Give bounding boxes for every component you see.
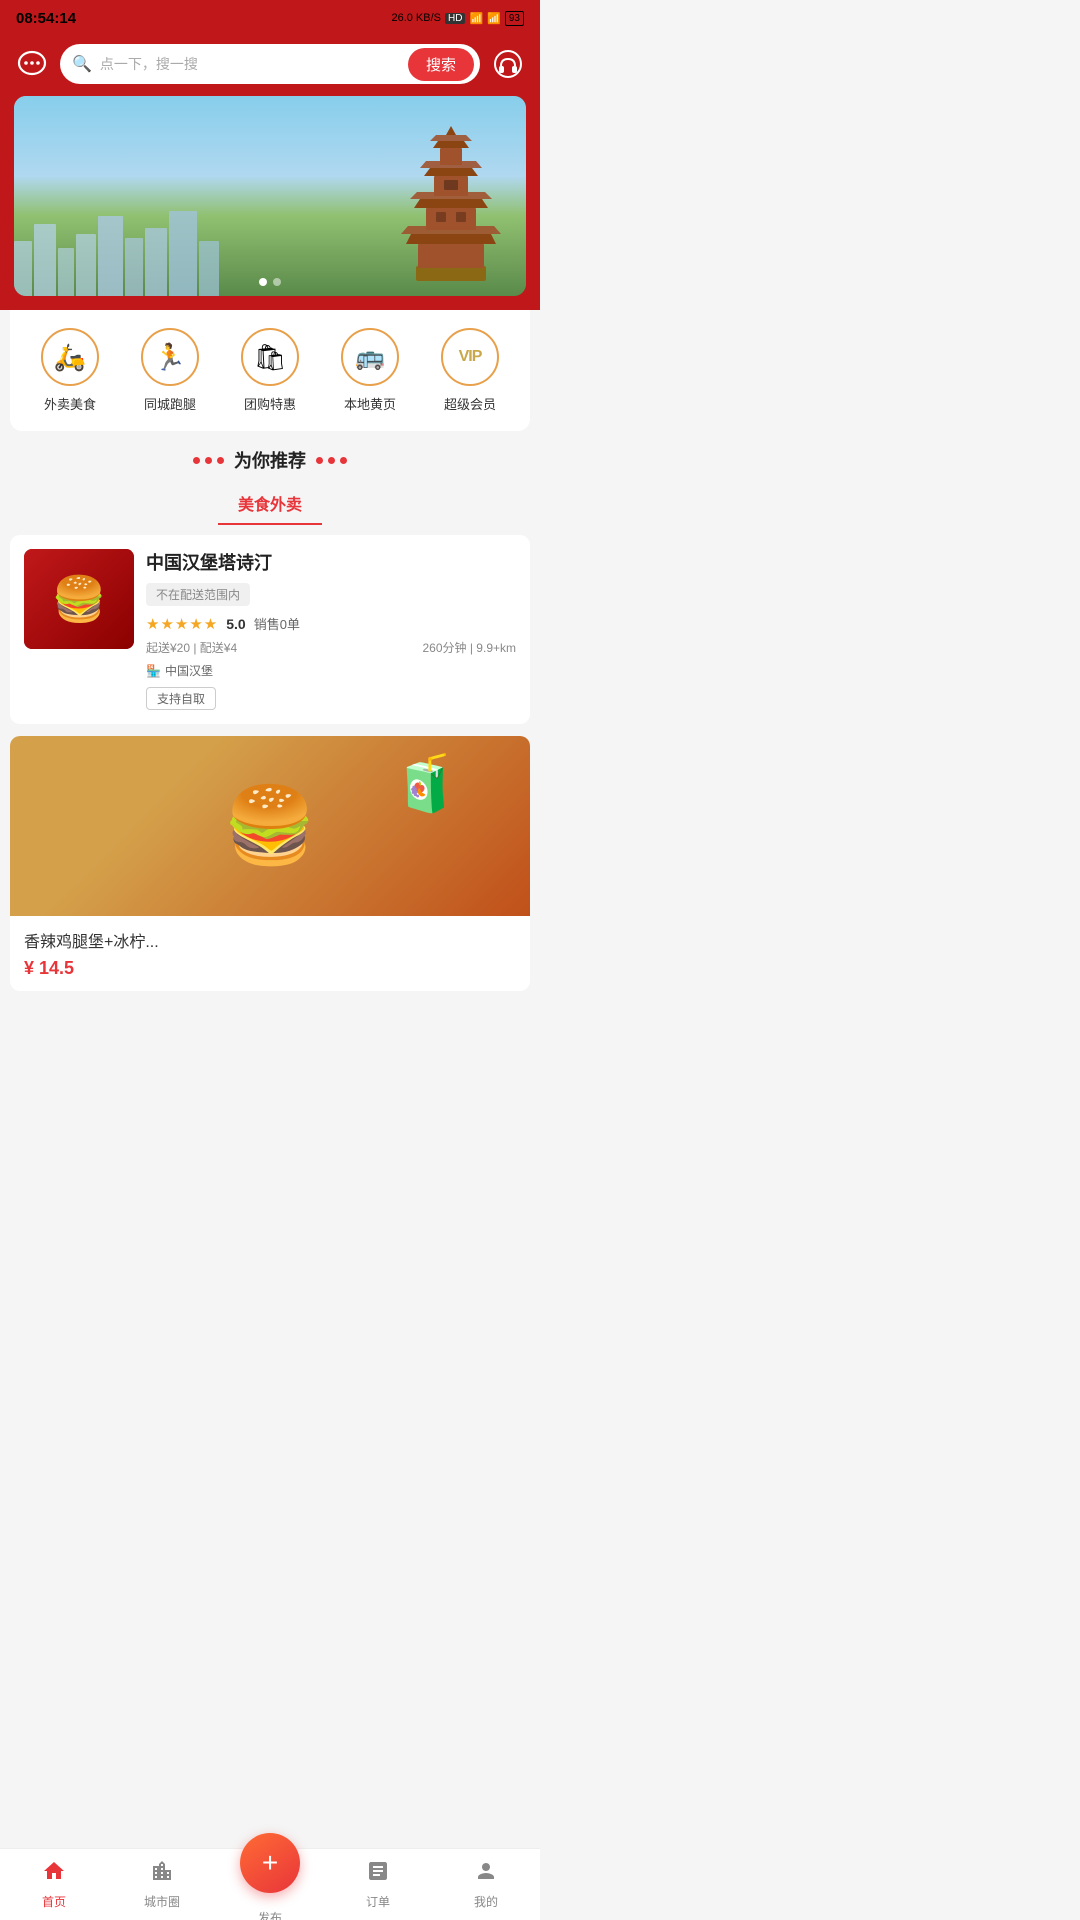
stars: ★★★★★ bbox=[146, 615, 218, 633]
banner-dots bbox=[259, 278, 281, 286]
search-bar[interactable]: 🔍 点一下，搜一搜 搜索 bbox=[60, 44, 480, 84]
search-placeholder: 点一下，搜一搜 bbox=[100, 54, 400, 74]
category-vip[interactable]: VIP 超级会员 bbox=[441, 328, 499, 413]
dot-1 bbox=[259, 278, 267, 286]
rating-row: ★★★★★ 5.0 销售0单 bbox=[146, 614, 516, 633]
nav-publish[interactable]: + 发布 bbox=[216, 1843, 324, 1920]
restaurant-card[interactable]: 新店 🍔 中国汉堡塔诗汀 不在配送范围内 ★★★★★ 5.0 销售0单 起送¥2… bbox=[10, 535, 530, 724]
network-speed: 26.0 KB/S bbox=[391, 12, 441, 24]
product-name: 香辣鸡腿堡+冰柠... bbox=[24, 928, 516, 952]
city-buildings bbox=[14, 211, 219, 296]
category-huangye[interactable]: 🚌 本地黄页 bbox=[341, 328, 399, 413]
status-icons: 26.0 KB/S HD 📶 📶 93 bbox=[391, 11, 524, 26]
not-in-range-badge: 不在配送范围内 bbox=[146, 583, 250, 606]
huangye-icon: 🚌 bbox=[355, 343, 385, 372]
signal-icon: 📶 bbox=[487, 12, 501, 25]
category-tuangou[interactable]: 🛍 团购特惠 bbox=[241, 328, 299, 413]
bottom-nav: 首页 城市圈 + 发布 订单 我的 bbox=[0, 1848, 540, 1920]
product-info: 香辣鸡腿堡+冰柠... ¥ 14.5 bbox=[10, 916, 530, 991]
nav-city[interactable]: 城市圈 bbox=[108, 1849, 216, 1920]
search-icon: 🔍 bbox=[72, 54, 92, 74]
hd-badge: HD bbox=[445, 13, 465, 24]
paotui-icon: 🏃 bbox=[154, 342, 186, 373]
vip-label: 超级会员 bbox=[444, 394, 496, 413]
city-icon bbox=[150, 1859, 174, 1889]
product-price: ¥ 14.5 bbox=[24, 958, 516, 979]
waimai-label: 外卖美食 bbox=[44, 394, 96, 413]
product-card[interactable]: 🍔 🧃 香辣鸡腿堡+冰柠... ¥ 14.5 bbox=[10, 736, 530, 991]
plus-icon: + bbox=[262, 1849, 278, 1877]
category-tag: 🏪 中国汉堡 bbox=[146, 662, 516, 679]
recommend-dots-right bbox=[316, 457, 347, 464]
mine-icon bbox=[474, 1859, 498, 1889]
recommend-title: 为你推荐 bbox=[234, 447, 306, 473]
rating-score: 5.0 bbox=[226, 616, 245, 632]
delivery-time: 260分钟 | 9.9+km bbox=[423, 639, 517, 656]
burger-emoji: 🍔 bbox=[223, 782, 316, 870]
store-icon: 🏪 bbox=[146, 664, 161, 678]
tuangou-label: 团购特惠 bbox=[244, 394, 296, 413]
vip-icon: VIP bbox=[459, 348, 482, 366]
nav-orders[interactable]: 订单 bbox=[324, 1849, 432, 1920]
drink-emoji: 🧃 bbox=[392, 751, 460, 816]
battery-indicator: 93 bbox=[505, 11, 524, 26]
food-list: 新店 🍔 中国汉堡塔诗汀 不在配送范围内 ★★★★★ 5.0 销售0单 起送¥2… bbox=[0, 535, 540, 991]
headset-icon[interactable] bbox=[490, 46, 526, 82]
tab-bar: 美食外卖 bbox=[0, 483, 540, 525]
waimai-icon: 🛵 bbox=[54, 342, 86, 373]
city-label: 城市圈 bbox=[144, 1893, 180, 1910]
self-pickup-badge: 支持自取 bbox=[146, 687, 216, 710]
dot-2 bbox=[273, 278, 281, 286]
delivery-row: 起送¥20 | 配送¥4 260分钟 | 9.9+km bbox=[146, 639, 516, 656]
orders-icon bbox=[366, 1859, 390, 1889]
banner-image[interactable] bbox=[14, 96, 526, 296]
tuangou-icon: 🛍 bbox=[253, 342, 286, 373]
category-waimai[interactable]: 🛵 外卖美食 bbox=[41, 328, 99, 413]
status-bar: 08:54:14 26.0 KB/S HD 📶 📶 93 bbox=[0, 0, 540, 36]
restaurant-name: 中国汉堡塔诗汀 bbox=[146, 549, 516, 575]
product-image: 🍔 🧃 bbox=[10, 736, 530, 916]
huangye-label: 本地黄页 bbox=[344, 394, 396, 413]
wifi-icon: 📶 bbox=[469, 12, 483, 25]
nav-home[interactable]: 首页 bbox=[0, 1849, 108, 1920]
min-order: 起送¥20 | 配送¥4 bbox=[146, 639, 237, 656]
recommend-header: 为你推荐 bbox=[0, 447, 540, 473]
publish-button[interactable]: + bbox=[240, 1833, 300, 1893]
restaurant-image: 新店 🍔 bbox=[24, 549, 134, 649]
category-paotui[interactable]: 🏃 同城跑腿 bbox=[141, 328, 199, 413]
banner-container bbox=[0, 96, 540, 310]
recommend-dots-left bbox=[193, 457, 224, 464]
restaurant-info: 中国汉堡塔诗汀 不在配送范围内 ★★★★★ 5.0 销售0单 起送¥20 | 配… bbox=[146, 549, 516, 710]
chat-icon[interactable] bbox=[14, 46, 50, 82]
bottom-spacer bbox=[0, 1003, 540, 1083]
mine-label: 我的 bbox=[474, 1893, 498, 1910]
header: 🔍 点一下，搜一搜 搜索 bbox=[0, 36, 540, 96]
categories: 🛵 外卖美食 🏃 同城跑腿 🛍 团购特惠 🚌 本地黄页 VIP 超级会员 bbox=[10, 310, 530, 431]
paotui-label: 同城跑腿 bbox=[144, 394, 196, 413]
pagoda-image bbox=[396, 126, 506, 286]
home-icon bbox=[42, 1859, 66, 1889]
tab-food[interactable]: 美食外卖 bbox=[218, 483, 322, 525]
category-name: 中国汉堡 bbox=[165, 662, 213, 679]
publish-label: 发布 bbox=[258, 1909, 282, 1920]
search-button[interactable]: 搜索 bbox=[408, 48, 474, 81]
sales: 销售0单 bbox=[254, 614, 300, 633]
orders-label: 订单 bbox=[366, 1893, 390, 1910]
status-time: 08:54:14 bbox=[16, 10, 76, 27]
restaurant-top: 新店 🍔 中国汉堡塔诗汀 不在配送范围内 ★★★★★ 5.0 销售0单 起送¥2… bbox=[24, 549, 516, 710]
home-label: 首页 bbox=[42, 1893, 66, 1910]
nav-mine[interactable]: 我的 bbox=[432, 1849, 540, 1920]
